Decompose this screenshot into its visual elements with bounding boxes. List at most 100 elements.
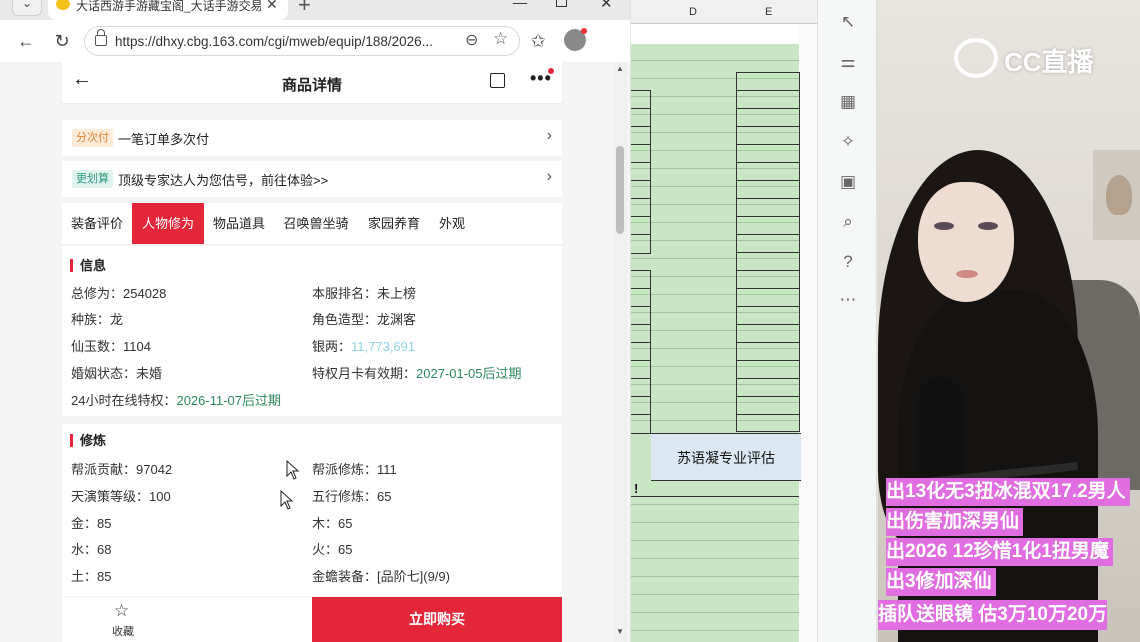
promo-installment[interactable]: 分次付 一笔订单多次付 › [62,120,562,156]
url-text: https://dhxy.cbg.163.com/cgi/mweb/equip/… [115,34,433,49]
table-icon[interactable]: ▦ [838,92,858,112]
info-field: 银两：11,773,691 [312,339,416,354]
search-doc-icon[interactable]: ⌕ [838,212,858,232]
more-options-icon[interactable]: ⋯ [838,290,858,310]
adjust-icon[interactable]: ⚌ [838,52,858,72]
overlay-line: 出3修加深仙 [886,568,996,596]
maximize-button[interactable] [556,0,567,7]
address-bar[interactable]: https://dhxy.cbg.163.com/cgi/mweb/equip/… [84,26,520,56]
back-arrow-icon[interactable]: ← [14,29,38,53]
cultivation-field: 帮派贡献：97042 [71,462,173,477]
sheet-header-row [631,24,817,44]
promo-tag-installment: 分次付 [72,129,113,147]
cultivation-field: 天演策等级：100 [71,489,171,504]
browser-window: ⌄ 大话西游手游藏宝阁_大话手游交易 ✕ + — ✕ ← ↻ https://d… [0,0,630,642]
mouse-cursor-icon [280,490,294,510]
cc-logo-icon [954,38,998,78]
streamer-eye [934,222,954,230]
page-title: 商品详情 [281,77,342,94]
info-card: 信息 总修为：254028 种族：龙 仙玉数：1104 婚姻状态：未婚 24小时… [62,246,562,416]
buy-now-button[interactable]: 立即购买 [312,597,562,642]
screen: ⌄ 大话西游手游藏宝阁_大话手游交易 ✕ + — ✕ ← ↻ https://d… [0,0,1140,642]
overlay-line: 出13化无3扭冰混双17.2男人 [886,478,1130,506]
column-header-d[interactable]: D [689,6,697,18]
favorites-icon[interactable]: ✩ [526,29,550,53]
tab-appearance[interactable]: 外观 [430,203,474,244]
cultivation-field: 五行修炼：65 [312,489,392,504]
new-tab-button[interactable]: + [298,0,311,18]
badge-dot-icon [548,68,554,74]
section-title-info: 信息 [70,259,106,272]
promo-text-installment: 一笔订单多次付 [118,132,210,147]
exclamation-mark: ! [634,481,639,496]
cultivation-field: 水：68 [71,542,112,557]
close-tab-icon[interactable]: ✕ [266,0,278,13]
page-header: ← 商品详情 ••• [62,62,562,104]
promo-tag-expert: 更划算 [72,170,113,188]
tab-list-button[interactable]: ⌄ [12,0,42,16]
bordered-range [631,90,651,254]
microphone [918,378,964,488]
scroll-down-icon[interactable]: ▼ [616,627,624,636]
pin-icon[interactable]: ✧ [838,132,858,152]
zoom-icon[interactable]: ⊖ [465,30,478,50]
promo-text-expert: 顶级专家达人为您估号，前往体验>> [118,173,329,188]
info-field: 特权月卡有效期：2027-01-05后过期 [312,366,522,381]
tab-summons[interactable]: 召唤兽坐骑 [274,203,358,244]
share-icon[interactable] [490,73,505,88]
info-field: 总修为：254028 [71,286,167,301]
overlay-line: 插队送眼镜 估3万10万20万 [878,600,1108,630]
column-headers: D E [631,0,817,24]
sheet-edge-column [799,24,817,642]
column-header-e[interactable]: E [765,6,772,18]
streamer-eye [978,222,998,230]
browser-tab[interactable]: 大话西游手游藏宝阁_大话手游交易 ✕ [48,0,288,20]
cultivation-card: 修炼 帮派贡献：97042 天演策等级：100 金：85 水：68 土：85 帮… [62,424,562,596]
tab-items[interactable]: 物品道具 [204,203,274,244]
cultivation-field: 土：85 [71,569,112,584]
cultivation-field: 木：65 [312,516,353,531]
scroll-up-icon[interactable]: ▲ [616,64,624,73]
info-field: 婚姻状态：未婚 [71,366,163,381]
notification-dot-icon [581,28,587,34]
page-content: ← 商品详情 ••• 分次付 一笔订单多次付 › 更划算 顶级专家达人为您估号，… [0,62,630,642]
favorite-label[interactable]: 收藏 [112,623,134,639]
tab-character[interactable]: 人物修为 [132,203,204,244]
info-field: 仙玉数：1104 [71,339,151,354]
cultivation-field: 金：85 [71,516,112,531]
favorite-star-icon[interactable]: ☆ [114,601,129,621]
tab-equipment-rating[interactable]: 装备评价 [62,203,132,244]
section-title-cultivation: 修炼 [70,434,106,447]
promo-expert[interactable]: 更划算 顶级专家达人为您估号，前往体验>> › [62,161,562,197]
info-field: 本服排名：未上榜 [312,286,417,301]
info-field: 种族：龙 [71,312,124,327]
chevron-right-icon: › [546,168,552,185]
bookmark-star-icon[interactable]: ☆ [493,29,508,49]
refresh-icon[interactable]: ↻ [50,29,74,53]
side-toolbar: ↖ ⚌ ▦ ✧ ▣ ⌕ ? ⋯ [817,0,877,642]
bordered-range [631,270,651,434]
tab-bar: ⌄ 大话西游手游藏宝阁_大话手游交易 ✕ + — ✕ [0,0,630,20]
help-icon[interactable]: ? [838,252,858,272]
select-arrow-icon[interactable]: ↖ [838,12,858,32]
tab-home[interactable]: 家园养育 [358,203,430,244]
overlay-line: 出伤害加深男仙 [886,508,1024,536]
image-icon[interactable]: ▣ [838,172,858,192]
chevron-right-icon: › [546,127,552,144]
detail-tabs: 装备评价 人物修为 物品道具 召唤兽坐骑 家园养育 外观 [62,203,562,245]
minimize-button[interactable]: — [513,0,527,10]
sheet-row[interactable] [631,481,799,497]
overlay-line: 出2026 12珍惜1化1扭男魔 [886,538,1113,566]
spreadsheet: D E 苏语凝专业评估 ! [631,0,817,642]
evaluation-cell[interactable]: 苏语凝专业评估 [651,433,801,481]
page-scrollbar[interactable]: ▲ ▼ [613,62,627,642]
close-window-button[interactable]: ✕ [600,0,613,12]
background-doll [1106,175,1132,215]
cultivation-field: 金蟾装备：[品阶七](9/9) [312,569,450,584]
scrollbar-thumb[interactable] [616,146,624,234]
site-favicon-icon [56,0,70,10]
streamer-face [918,182,1014,302]
mouse-cursor-icon [286,460,300,480]
cultivation-field: 帮派修炼：111 [312,462,397,477]
webcam-feed: CC直播 出13化无3扭冰混双17.2男人 出伤害加深男仙 出2026 12珍惜… [878,0,1140,642]
